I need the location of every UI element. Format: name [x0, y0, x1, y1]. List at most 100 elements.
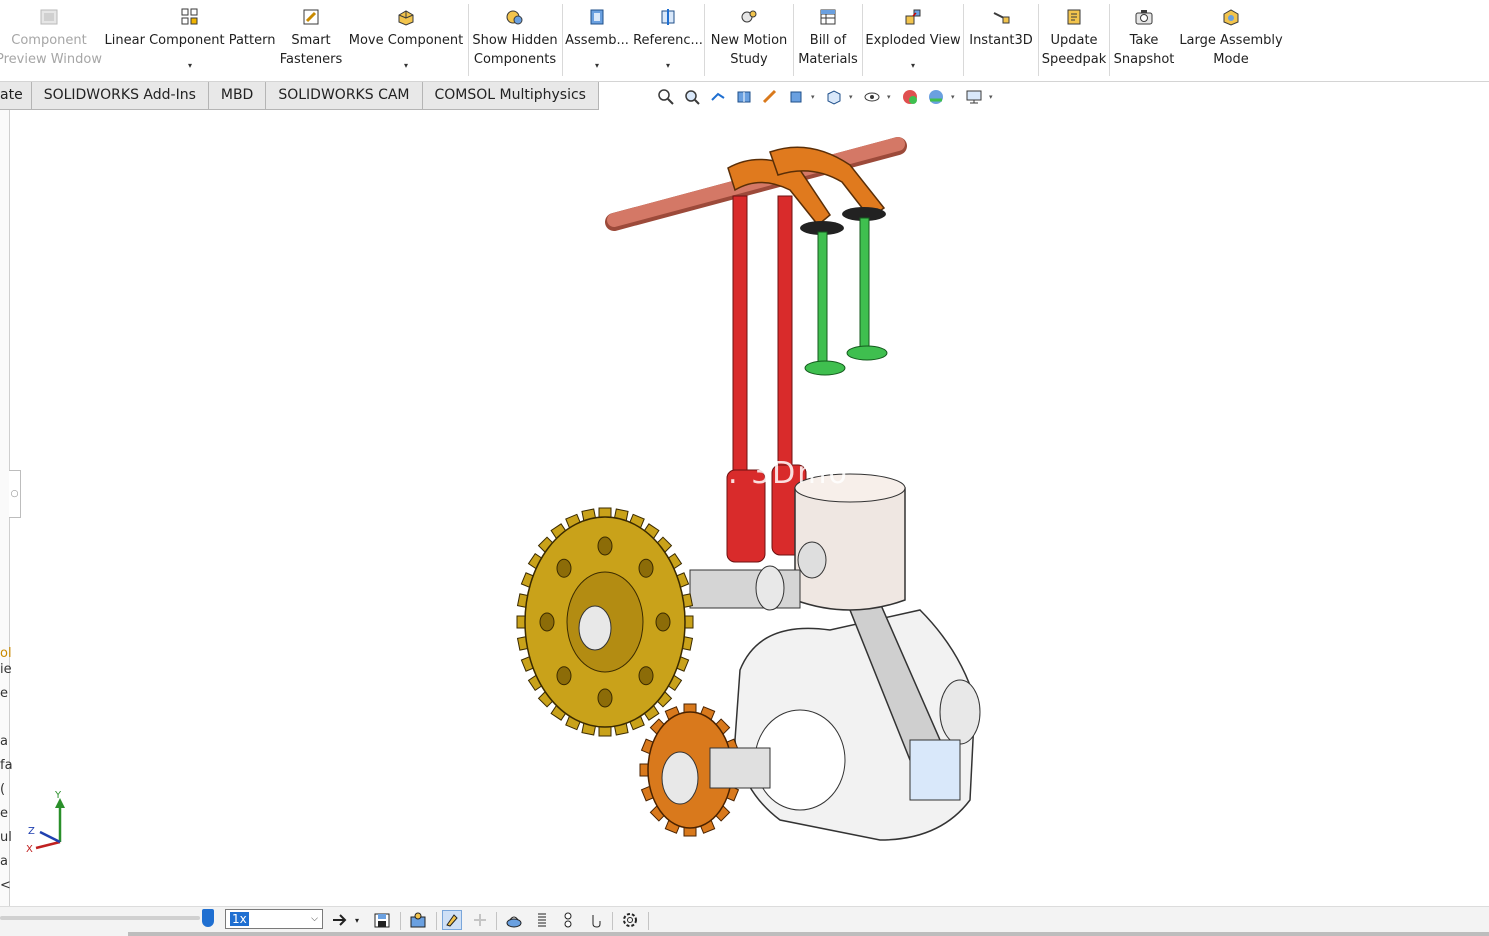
chevron-down-icon[interactable]: ▾ [989, 93, 997, 101]
move-component-icon [395, 6, 417, 28]
show-hidden-components-button[interactable]: Show Hidden Components [472, 0, 558, 80]
watermark: . 3Dmo [728, 456, 849, 491]
pushrod-left[interactable] [726, 195, 766, 563]
chevron-down-icon[interactable]: ▾ [887, 93, 895, 101]
instant3d-icon [990, 6, 1012, 28]
assembly-features-icon [586, 6, 608, 28]
save-animation-icon[interactable] [372, 910, 392, 930]
section-view-icon[interactable] [733, 87, 755, 107]
crankcase[interactable] [734, 609, 981, 841]
tab-evaluate[interactable]: ate [0, 82, 32, 110]
tab-comsol-multiphysics[interactable]: COMSOL Multiphysics [422, 82, 599, 110]
svg-text:X: X [26, 844, 33, 855]
autokey-icon[interactable] [442, 910, 462, 930]
heads-up-view-toolbar: ▾ ▾ ▾ ▾ ▾ [655, 86, 997, 108]
valve-left[interactable] [800, 221, 846, 376]
horizontal-scrollbar[interactable] [128, 932, 1489, 936]
assembly-features-button[interactable]: Assemb... ▾ [565, 0, 629, 80]
chevron-down-icon[interactable]: ▾ [404, 62, 408, 70]
toolbar-divider [400, 912, 401, 930]
display-style-icon[interactable] [823, 87, 845, 107]
component-preview-window-button[interactable]: Component Preview Window [0, 0, 102, 80]
linear-pattern-icon [179, 6, 201, 28]
zoom-to-area-icon[interactable] [681, 87, 703, 107]
camera-icon [1133, 6, 1155, 28]
toolbar-divider [612, 912, 613, 930]
spring-icon[interactable] [532, 910, 552, 930]
timeline-slider[interactable] [0, 916, 200, 920]
smart-fasteners-icon [300, 6, 322, 28]
valve-right[interactable] [842, 207, 888, 361]
contact-icon[interactable] [558, 910, 578, 930]
bom-table-icon [817, 6, 839, 28]
tab-solidworks-add-ins[interactable]: SOLIDWORKS Add-Ins [31, 82, 209, 110]
speedpak-icon [1063, 6, 1085, 28]
chevron-down-icon[interactable]: ▾ [849, 93, 857, 101]
reference-geometry-button[interactable]: Referenc... ▾ [633, 0, 703, 80]
ribbon-divider [862, 4, 863, 76]
ribbon-divider [793, 4, 794, 76]
chevron-down-icon[interactable]: ▾ [911, 62, 915, 70]
coordinate-triad: Y Z X [26, 790, 65, 855]
gear-hole [597, 536, 613, 556]
chevron-down-icon[interactable]: ▾ [595, 62, 599, 70]
tab-solidworks-cam[interactable]: SOLIDWORKS CAM [266, 82, 423, 110]
piston[interactable] [794, 473, 906, 611]
exploded-view-icon [902, 6, 924, 28]
large-assembly-mode-button[interactable]: Large Assembly Mode [1179, 0, 1283, 80]
gravity-icon[interactable] [586, 910, 606, 930]
graphics-area[interactable]: Y Z X [11, 110, 1489, 906]
ribbon-divider [704, 4, 705, 76]
toolbar-divider [436, 912, 437, 930]
ribbon-divider [468, 4, 469, 76]
linear-component-pattern-button[interactable]: Linear Component Pattern ▾ [105, 0, 275, 80]
toolbar-divider [496, 912, 497, 930]
gear-hole [655, 612, 671, 632]
command-manager-tabs: ate SOLIDWORKS Add-Ins MBD SOLIDWORKS CA… [0, 82, 599, 110]
view-settings-icon[interactable] [963, 87, 985, 107]
update-speedpak-button[interactable]: Update Speedpak [1042, 0, 1106, 80]
gear-icon[interactable] [620, 910, 640, 930]
command-manager-ribbon: Component Preview Window Linear Componen… [0, 0, 1489, 82]
exploded-view-button[interactable]: Exploded View ▾ [865, 0, 961, 80]
chevron-down-icon[interactable]: ▾ [666, 62, 670, 70]
view-orientation-icon[interactable] [785, 87, 807, 107]
smart-fasteners-button[interactable]: Smart Fasteners [280, 0, 342, 80]
chevron-down-icon[interactable]: ▾ [188, 62, 192, 70]
move-component-button[interactable]: Move Component ▾ [348, 0, 464, 80]
ribbon-divider [1038, 4, 1039, 76]
chevron-down-icon[interactable]: ▾ [951, 93, 959, 101]
motor-icon[interactable] [504, 910, 524, 930]
playback-speed-select[interactable]: 1x ⌵ [225, 909, 323, 929]
hide-show-items-icon[interactable] [861, 87, 883, 107]
gear-hole [556, 558, 572, 578]
gear-shaft[interactable] [689, 565, 801, 611]
svg-text:Z: Z [28, 826, 35, 837]
dynamic-annotation-icon[interactable] [759, 87, 781, 107]
chevron-down-icon[interactable]: ▾ [811, 93, 819, 101]
bill-of-materials-button[interactable]: Bill of Materials [797, 0, 859, 80]
chevron-down-icon[interactable]: ▾ [352, 910, 362, 930]
gear-hole [638, 666, 654, 686]
animation-wizard-icon[interactable] [408, 910, 428, 930]
large-gear[interactable] [516, 507, 694, 737]
toolbar-divider [648, 912, 649, 930]
add-key-icon[interactable] [470, 910, 490, 930]
edit-appearance-icon[interactable] [899, 87, 921, 107]
large-assembly-icon [1220, 6, 1242, 28]
chevron-down-icon: ⌵ [311, 914, 318, 924]
gear-hole [638, 558, 654, 578]
instant3d-button[interactable]: Instant3D [967, 0, 1035, 80]
previous-view-icon[interactable] [707, 87, 729, 107]
arrow-right-icon[interactable] [330, 910, 350, 930]
ribbon-divider [963, 4, 964, 76]
ribbon-divider [562, 4, 563, 76]
timeline-thumb[interactable] [202, 909, 214, 927]
gear-hole [539, 612, 555, 632]
take-snapshot-button[interactable]: Take Snapshot [1113, 0, 1175, 80]
zoom-to-fit-icon[interactable] [655, 87, 677, 107]
new-motion-study-button[interactable]: New Motion Study [708, 0, 790, 80]
tab-mbd[interactable]: MBD [208, 82, 267, 110]
preview-window-icon [38, 6, 60, 28]
apply-scene-icon[interactable] [925, 87, 947, 107]
